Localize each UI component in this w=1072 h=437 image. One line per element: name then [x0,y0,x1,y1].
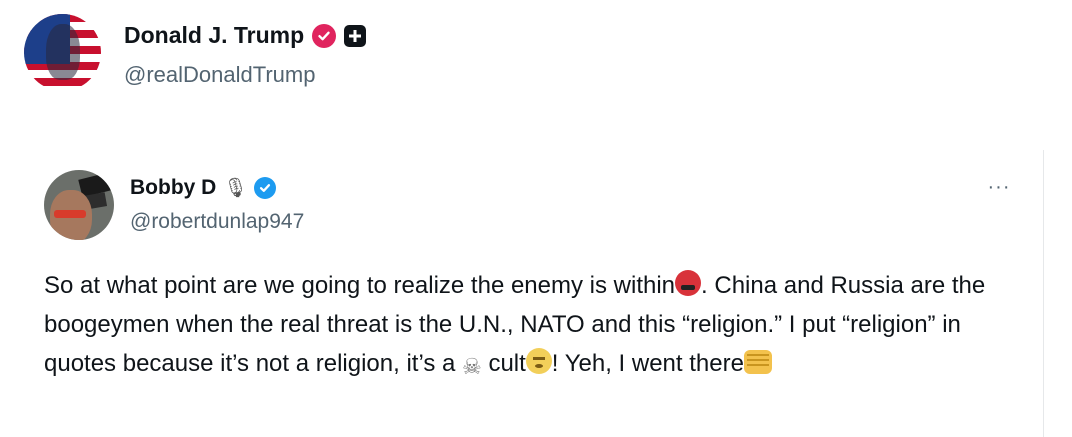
handle[interactable]: @realDonaldTrump [124,62,315,88]
more-options-button[interactable]: ··· [982,177,1016,200]
outer-name-row: Donald J. Trump [124,22,367,49]
skull-crossbones-icon: ☠ [462,354,482,379]
quoted-display-name[interactable]: Bobby D [130,176,216,200]
tweet-text-part3: cult [481,350,526,377]
avatar-glasses [54,210,86,218]
verified-badge-icon[interactable] [312,23,337,48]
avatar-face [46,24,80,80]
angry-face-icon [675,270,702,296]
quoted-name-row: Bobby D 🎙 [130,176,277,200]
blue-verified-icon[interactable] [254,177,277,199]
microphone-icon: 🎙 [223,178,248,199]
display-name[interactable]: Donald J. Trump [124,22,304,49]
tweet-text-part4: ! Yeh, I went there [551,350,744,377]
avatar[interactable] [24,14,101,91]
tweet-text-part1: So at what point are we going to realize… [44,272,676,299]
quoted-handle[interactable]: @robertdunlap947 [130,210,304,234]
quoted-post-card[interactable]: Bobby D 🎙 @robertdunlap947 ··· So at wha… [0,150,1044,437]
exploding-head-icon [525,348,552,374]
plus-square-icon[interactable] [344,24,367,47]
tweet-text: So at what point are we going to realize… [44,266,1034,386]
quoted-avatar[interactable] [44,170,114,240]
oncoming-fist-icon [743,350,772,374]
